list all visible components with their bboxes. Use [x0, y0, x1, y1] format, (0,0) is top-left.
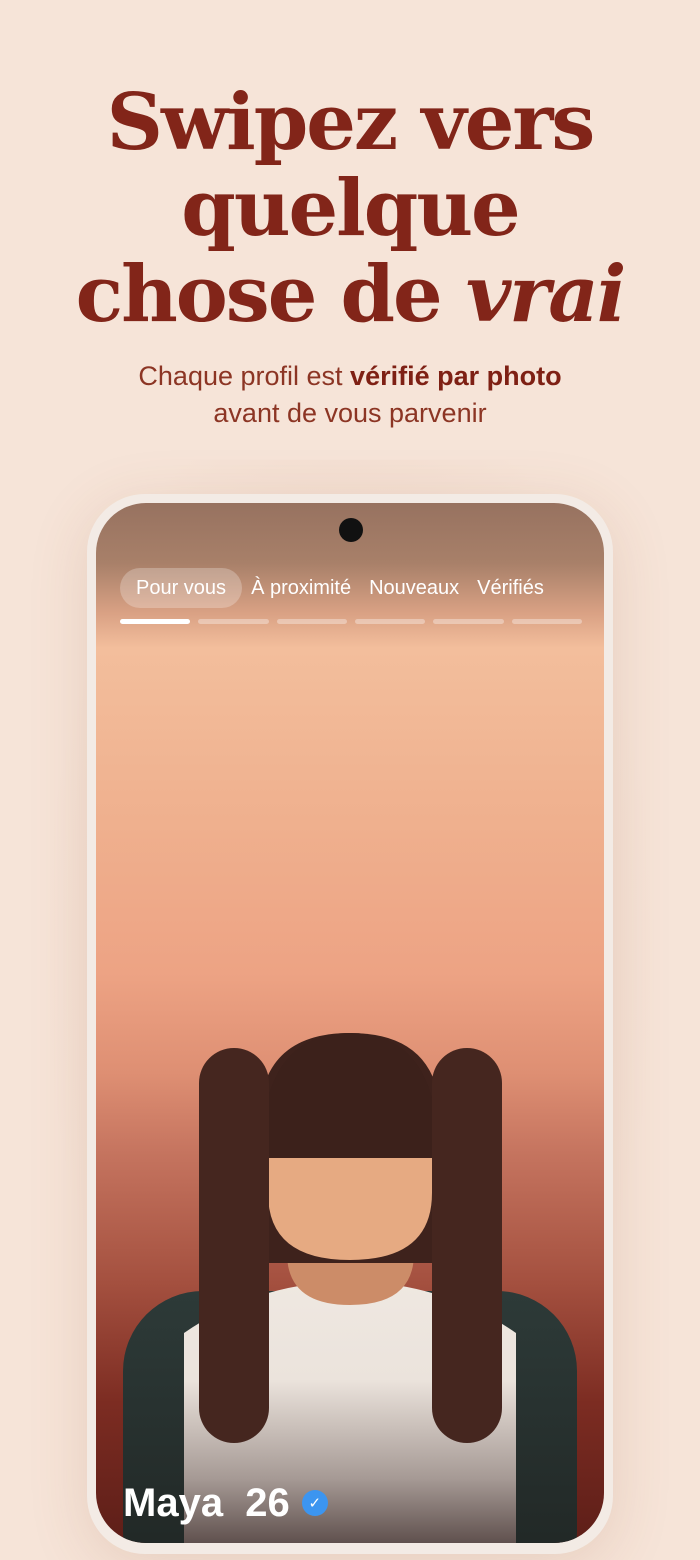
hair-right-strand [432, 1048, 502, 1443]
feed-tabs: Pour vous À proximité Nouveaux Vérifiés [120, 568, 553, 608]
tab-a-proximite[interactable]: À proximité [242, 568, 360, 608]
photo-progress-segment [120, 619, 191, 624]
photo-progress-segment [511, 619, 582, 624]
headline-emphasis: vrai [465, 249, 627, 340]
headline-line-2: quelque [181, 163, 520, 254]
phone-screen: Pour vous À proximité Nouveaux Vérifiés … [96, 503, 604, 1543]
hero-headline: Swipez vers quelque chose de vrai [0, 80, 700, 338]
hero-subtitle: Chaque profil est vérifié par photo avan… [0, 358, 700, 432]
photo-progress-segment [433, 619, 504, 624]
phone-mockup: Pour vous À proximité Nouveaux Vérifiés … [87, 494, 613, 1554]
hair-left-strand [199, 1048, 269, 1443]
subtitle-prefix: Chaque profil est [138, 361, 351, 391]
verified-check-icon: ✓ [301, 1490, 328, 1516]
profile-name[interactable]: Maya 26 [123, 1479, 290, 1527]
tab-nouveaux[interactable]: Nouveaux [360, 568, 468, 608]
front-camera [339, 518, 363, 542]
photo-progress-bar [120, 619, 582, 624]
photo-progress-segment [354, 619, 426, 624]
subtitle-bold: vérifié par photo [350, 361, 562, 391]
profile-name-row: Maya 26 ✓ [123, 1479, 328, 1527]
headline-line-3: chose de vrai [0, 252, 700, 338]
headline-line-1: Swipez vers [106, 77, 596, 168]
photo-progress-segment [198, 619, 269, 624]
face-shape [268, 1158, 432, 1260]
tab-pour-vous[interactable]: Pour vous [120, 568, 243, 608]
photo-progress-segment [276, 619, 347, 624]
subtitle-line-2: avant de vous parvenir [213, 398, 487, 428]
profile-first-name: Maya [123, 1481, 224, 1525]
tab-verifies[interactable]: Vérifiés [468, 568, 553, 608]
profile-age: 26 [245, 1481, 290, 1525]
profile-photo-illustration[interactable] [96, 503, 604, 1543]
headline-line-3-prefix: chose de [75, 249, 466, 340]
